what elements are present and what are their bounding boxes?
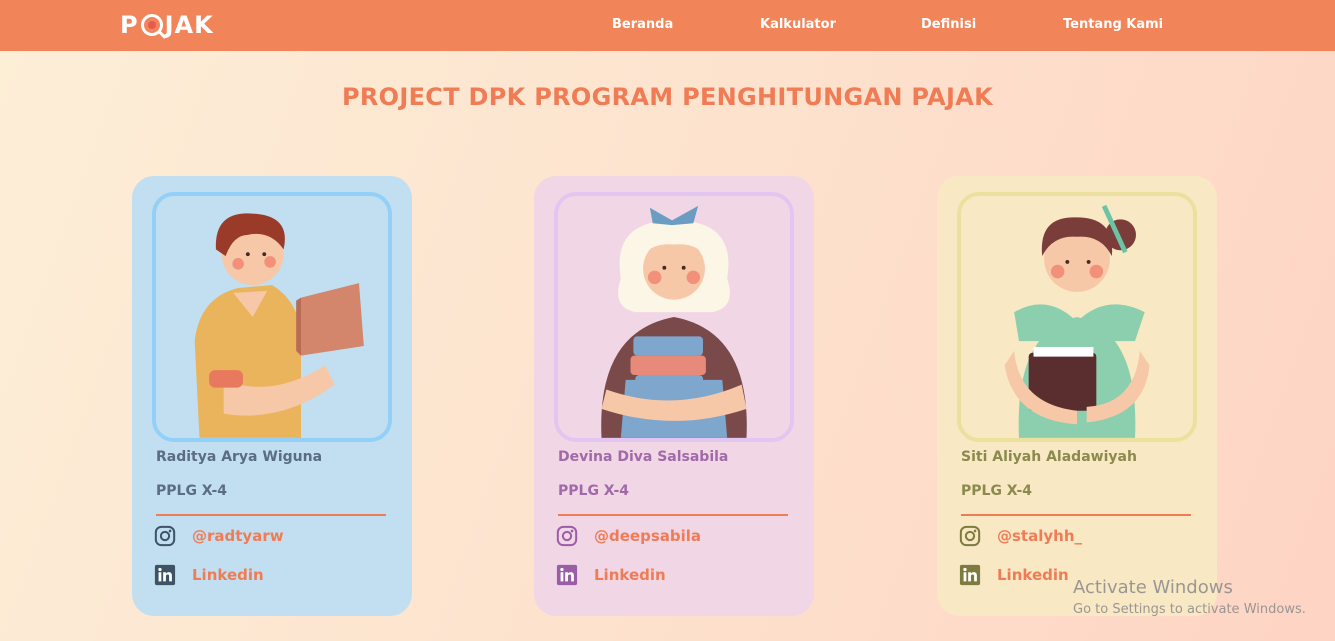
linkedin-icon [556,564,578,586]
instagram-link[interactable]: @radtyarw [192,527,284,545]
linkedin-link[interactable]: Linkedin [594,566,666,584]
member-card-devina: Devina Diva Salsabila PPLG X-4 @deepsabi… [534,176,814,616]
nav-link-kalkulator[interactable]: Kalkulator [760,17,836,32]
nav-link-definisi[interactable]: Definisi [921,17,976,32]
instagram-link[interactable]: @deepsabila [594,527,701,545]
instagram-icon [556,525,578,547]
activate-windows-title: Activate Windows [1073,577,1233,598]
nav-link-beranda[interactable]: Beranda [612,17,673,32]
member-photo [554,192,794,442]
linkedin-icon [959,564,981,586]
linkedin-row[interactable]: Linkedin [154,563,264,587]
page-title: PROJECT DPK PROGRAM PENGHITUNGAN PAJAK [342,83,993,111]
linkedin-row[interactable]: Linkedin [959,563,1069,587]
activate-windows-hint[interactable]: Go to Settings to activate Windows. [1073,602,1306,617]
pajak-logo[interactable]: P JAK [120,8,214,42]
member-name: Raditya Arya Wiguna [156,449,323,465]
girl-books-illustration [558,196,790,438]
member-class: PPLG X-4 [156,483,228,499]
linkedin-icon [154,564,176,586]
linkedin-row[interactable]: Linkedin [556,563,666,587]
instagram-link[interactable]: @stalyhh_ [997,527,1082,545]
logo-text-p: P [120,11,139,39]
member-class: PPLG X-4 [961,483,1033,499]
card-divider [558,514,788,516]
member-card-siti: Siti Aliyah Aladawiyah PPLG X-4 @stalyhh… [937,176,1217,616]
member-class: PPLG X-4 [558,483,630,499]
instagram-row[interactable]: @stalyhh_ [959,524,1082,548]
logo-text-rest: JAK [164,11,214,39]
instagram-row[interactable]: @deepsabila [556,524,701,548]
instagram-icon [154,525,176,547]
boy-reading-illustration [156,196,388,438]
nav-link-tentang-kami[interactable]: Tentang Kami [1063,17,1163,32]
member-photo [152,192,392,442]
instagram-icon [959,525,981,547]
linkedin-link[interactable]: Linkedin [192,566,264,584]
member-name: Siti Aliyah Aladawiyah [961,449,1137,465]
card-divider [961,514,1191,516]
girl-bun-illustration [961,196,1193,438]
card-divider [156,514,386,516]
linkedin-link[interactable]: Linkedin [997,566,1069,584]
member-card-raditya: Raditya Arya Wiguna PPLG X-4 @radtyarw L… [132,176,412,616]
navbar: P JAK Beranda Kalkulator Definisi Tentang… [0,0,1335,51]
member-photo [957,192,1197,442]
instagram-row[interactable]: @radtyarw [154,524,284,548]
member-name: Devina Diva Salsabila [558,449,729,465]
magnifier-icon [140,14,163,36]
